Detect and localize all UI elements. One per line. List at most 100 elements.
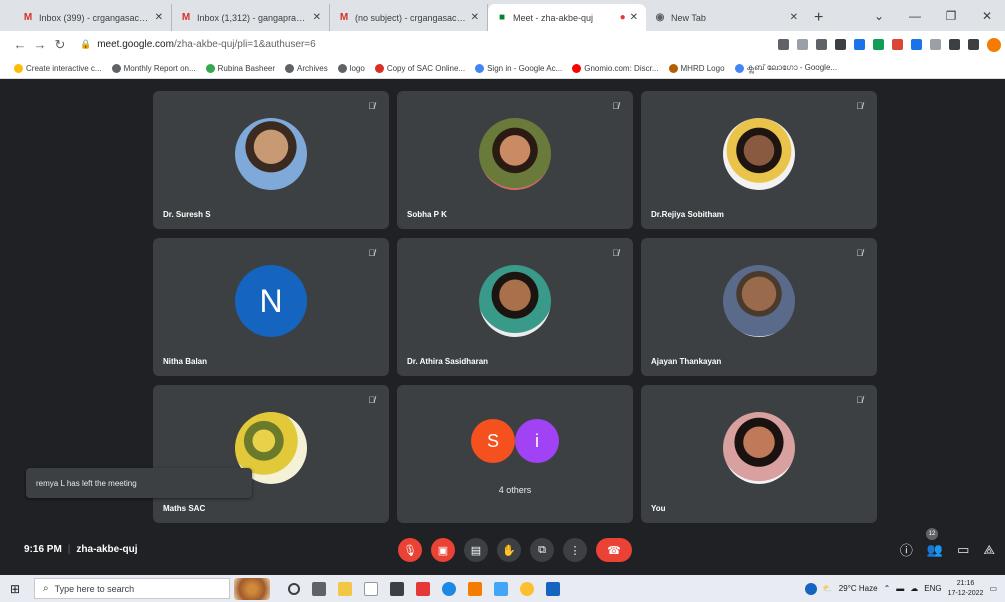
app-tray-icon[interactable] xyxy=(804,582,817,595)
file-explorer-icon[interactable] xyxy=(338,581,352,596)
address-bar: ← → ↻ 🔒 meet.google.com/zha-akbe-quj/pli… xyxy=(0,31,1005,58)
windows-start-icon[interactable]: ⊞ xyxy=(0,582,30,596)
info-icon[interactable]: ⓘ xyxy=(900,540,913,559)
bookmark[interactable]: Rubina Basheer xyxy=(205,63,275,73)
puzzle-icon[interactable] xyxy=(949,39,960,50)
mic-off-icon: 🎙̸ xyxy=(856,248,863,258)
search-highlight-icon[interactable] xyxy=(234,577,270,600)
close-icon[interactable]: ✕ xyxy=(155,12,163,23)
close-icon[interactable]: ✕ xyxy=(313,12,321,23)
extension-icon[interactable] xyxy=(835,39,846,50)
extension-icon[interactable] xyxy=(892,39,903,50)
bookmark-label: ക്ലബ് ലോഗോ - Google... xyxy=(746,63,838,72)
participant-tile[interactable]: 🎙̸ Maths SAC xyxy=(153,385,389,523)
extension-icon[interactable] xyxy=(930,39,941,50)
bookmark[interactable]: Create interactive c... xyxy=(14,63,102,73)
weather-text[interactable]: 29°C Haze xyxy=(839,584,878,593)
avatar-initial: S xyxy=(486,430,499,451)
camera-icon[interactable] xyxy=(778,39,789,50)
taskbar-search[interactable]: ⌕ Type here to search xyxy=(34,578,230,599)
bookmark[interactable]: Monthly Report on... xyxy=(111,63,196,73)
task-view-icon[interactable] xyxy=(312,581,326,596)
self-tile[interactable]: 🎙̸ You xyxy=(641,385,877,523)
tab-no-subject[interactable]: M (no subject) - crgangasacmb@ ✕ xyxy=(330,4,488,31)
participant-tile[interactable]: 🎙̸ Ajayan Thankayan xyxy=(641,238,877,376)
others-count: 4 others xyxy=(498,485,532,495)
people-icon[interactable]: 👥 xyxy=(927,542,943,558)
network-icon[interactable]: ▬ xyxy=(896,584,904,593)
participant-tile[interactable]: 🎙̸ Sobha P K xyxy=(397,91,633,229)
share-icon[interactable] xyxy=(797,39,808,50)
participant-avatar: N xyxy=(235,265,307,337)
mic-off-icon: 🎙̸ xyxy=(368,101,375,111)
star-icon[interactable] xyxy=(816,39,827,50)
restore-button[interactable]: ❐ xyxy=(933,9,969,23)
captions-button[interactable]: ▤ xyxy=(464,538,488,562)
mic-toggle-button[interactable]: 🎙 xyxy=(398,538,422,562)
toast-text: remya L has left the meeting xyxy=(36,478,137,488)
app-icon[interactable] xyxy=(494,581,508,596)
more-options-button[interactable]: ⋮ xyxy=(563,538,587,562)
taskbar-clock[interactable]: 21:16 17-12-2022 xyxy=(948,579,984,599)
cortana-icon[interactable] xyxy=(288,582,300,595)
profile-avatar[interactable] xyxy=(987,37,1001,52)
app-icon[interactable] xyxy=(468,581,482,596)
extension-icon[interactable] xyxy=(854,39,865,50)
bookmark[interactable]: MHRD Logo xyxy=(668,63,725,73)
app-icon[interactable] xyxy=(364,581,378,596)
tab-inbox-2[interactable]: M Inbox (1,312) - gangaprasanthi ✕ xyxy=(172,4,330,31)
close-icon[interactable]: ✕ xyxy=(790,12,798,23)
reload-icon[interactable]: ↻ xyxy=(50,37,70,53)
tab-search-icon[interactable]: ⌄ xyxy=(861,9,897,23)
language-indicator[interactable]: ENG xyxy=(924,584,941,593)
bookmark[interactable]: logo xyxy=(337,63,365,73)
bookmark-label: Copy of SAC Online... xyxy=(386,63,466,73)
bookmark[interactable]: Sign in - Google Ac... xyxy=(475,63,562,73)
tab-new-tab[interactable]: ◉ New Tab ✕ xyxy=(646,4,806,31)
cloud-icon[interactable]: ☁ xyxy=(910,584,918,593)
minimize-button[interactable]: — xyxy=(897,9,933,23)
bookmark[interactable]: ക്ലബ് ലോഗോ - Google... xyxy=(734,63,838,73)
participant-name: Maths SAC xyxy=(163,504,206,513)
sidebar-icon[interactable] xyxy=(968,39,979,50)
bookmark[interactable]: Archives xyxy=(285,63,328,73)
leave-call-button[interactable]: ☎ xyxy=(596,538,632,562)
extension-icon[interactable] xyxy=(911,39,922,50)
participant-name: Dr. Athira Sasidharan xyxy=(407,357,489,366)
participant-tile[interactable]: 🎙̸ Dr.Rejiya Sobitham xyxy=(641,91,877,229)
tab-inbox-1[interactable]: M Inbox (399) - crgangasac@gma ✕ xyxy=(14,4,172,31)
taskbar-apps xyxy=(288,581,560,596)
participant-tile[interactable]: 🎙̸ Dr. Suresh S xyxy=(153,91,389,229)
close-icon[interactable]: ✕ xyxy=(630,12,638,23)
edge-icon[interactable] xyxy=(442,581,456,596)
close-icon[interactable]: ✕ xyxy=(471,12,479,23)
tab-title: Inbox (1,312) - gangaprasanthi xyxy=(197,12,309,23)
meeting-code: zha-akbe-quj xyxy=(76,544,138,555)
tray-chevron-icon[interactable]: ⌃ xyxy=(884,584,891,593)
present-button[interactable]: ⧉ xyxy=(530,538,554,562)
participant-tile[interactable]: 🎙̸ Dr. Athira Sasidharan xyxy=(397,238,633,376)
back-icon[interactable]: ← xyxy=(10,37,30,52)
participant-tile[interactable]: 🎙̸ N Nitha Balan xyxy=(153,238,389,376)
tab-title: Meet - zha-akbe-quj xyxy=(513,12,594,23)
chat-icon[interactable]: ▭ xyxy=(957,542,969,558)
app-icon[interactable] xyxy=(416,581,430,596)
extension-icon[interactable] xyxy=(873,39,884,50)
others-tile[interactable]: S i 4 others xyxy=(397,385,633,523)
mic-off-icon: 🎙̸ xyxy=(856,101,863,111)
tab-meet[interactable]: ■ Meet - zha-akbe-quj ● ✕ xyxy=(488,4,646,31)
word-icon[interactable] xyxy=(546,581,560,596)
raise-hand-button[interactable]: ✋ xyxy=(497,538,521,562)
app-icon[interactable] xyxy=(390,581,404,596)
notification-icon[interactable]: ▭ xyxy=(989,584,997,593)
forward-icon[interactable]: → xyxy=(30,37,50,52)
new-tab-button[interactable]: + xyxy=(814,4,823,31)
bookmark[interactable]: Copy of SAC Online... xyxy=(374,63,466,73)
close-window-button[interactable]: ✕ xyxy=(969,9,1005,23)
chrome-icon[interactable] xyxy=(520,581,534,596)
participant-name: Sobha P K xyxy=(407,210,447,219)
url-field[interactable]: 🔒 meet.google.com/zha-akbe-quj/pli=1&aut… xyxy=(80,39,316,50)
bookmark[interactable]: Gnomio.com: Discr... xyxy=(572,63,659,73)
camera-toggle-button[interactable]: ▣ xyxy=(431,538,455,562)
activities-icon[interactable]: ⟁ xyxy=(983,542,995,558)
